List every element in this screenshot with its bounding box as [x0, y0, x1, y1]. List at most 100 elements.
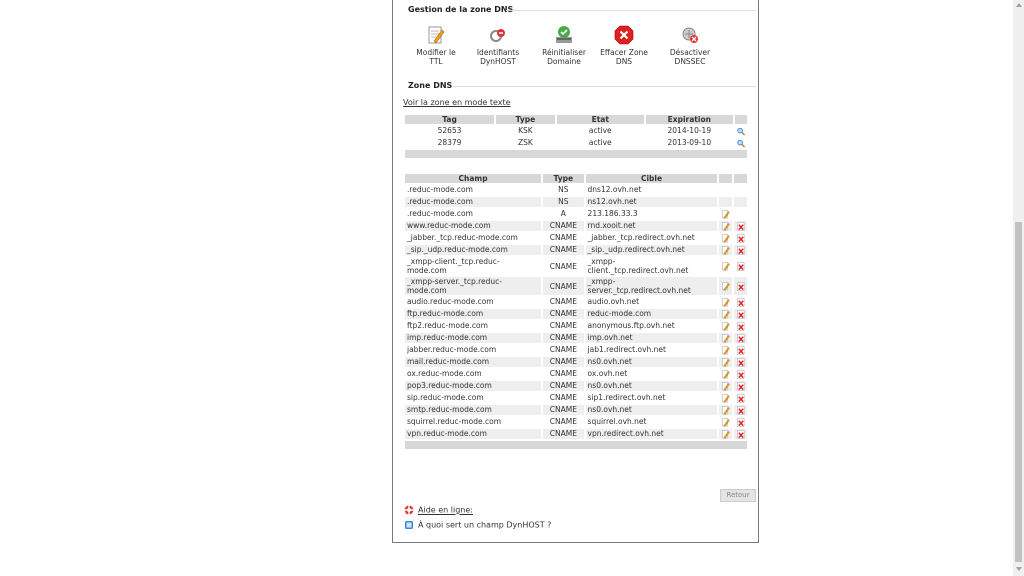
delete-cell[interactable]: [734, 257, 747, 275]
edit-cell[interactable]: [719, 277, 733, 295]
delete-icon[interactable]: [736, 261, 745, 271]
delete-cell[interactable]: [734, 357, 747, 367]
text-mode-link[interactable]: Voir la zone en mode texte: [403, 98, 511, 107]
edit-cell[interactable]: [719, 405, 733, 415]
help-dynhost-label[interactable]: À quoi sert un champ DynHOST ?: [418, 521, 551, 530]
type-cell: CNAME: [543, 429, 584, 439]
delete-cell[interactable]: [734, 429, 747, 439]
edit-pencil-icon[interactable]: [721, 417, 730, 427]
view-key-button[interactable]: [735, 126, 747, 136]
edit-cell[interactable]: [719, 381, 733, 391]
delete-cell[interactable]: [734, 309, 747, 319]
delete-icon[interactable]: [736, 357, 745, 367]
page-scrollbar[interactable]: [1013, 0, 1024, 576]
edit-pencil-icon[interactable]: [721, 297, 730, 307]
delete-cell[interactable]: [734, 405, 747, 415]
delete-cell[interactable]: [734, 393, 747, 403]
edit-cell[interactable]: [719, 257, 732, 275]
edit-pencil-icon[interactable]: [721, 333, 730, 343]
edit-cell[interactable]: [719, 417, 732, 427]
delete-cell[interactable]: [734, 369, 747, 379]
table-row: 28379 ZSK active 2013-09-10: [405, 138, 747, 148]
delete-cell[interactable]: [734, 345, 747, 355]
edit-cell[interactable]: [719, 309, 733, 319]
delete-icon[interactable]: [736, 405, 745, 415]
tool-button-0[interactable]: Modifier le TTL: [411, 24, 461, 66]
edit-pencil-icon[interactable]: [721, 209, 730, 219]
delete-icon[interactable]: [736, 297, 745, 307]
delete-icon[interactable]: [736, 345, 745, 355]
champ-cell: ftp.reduc-mode.com: [405, 309, 542, 319]
delete-icon[interactable]: [736, 333, 745, 343]
delete-icon[interactable]: [736, 381, 745, 391]
tool-button-3[interactable]: Effacer Zone DNS: [599, 24, 649, 66]
scroll-thumb[interactable]: [1015, 222, 1022, 562]
edit-cell[interactable]: [719, 357, 733, 367]
help-online[interactable]: Aide en ligne:: [404, 505, 473, 515]
edit-pencil-icon[interactable]: [721, 245, 730, 255]
edit-pencil-icon[interactable]: [721, 381, 730, 391]
delete-icon[interactable]: [736, 233, 745, 243]
edit-pencil-icon[interactable]: [721, 345, 730, 355]
table-cell: active: [588, 138, 612, 147]
edit-cell[interactable]: [719, 321, 732, 331]
magnifier-icon[interactable]: [737, 127, 745, 136]
table-row: smtp.reduc-mode.com CNAME ns0.ovh.net: [405, 405, 747, 415]
delete-cell[interactable]: [734, 245, 747, 255]
scroll-up-icon[interactable]: [1016, 3, 1022, 7]
tool-button-1[interactable]: Identifiants DynHOST: [473, 24, 523, 66]
help-online-label[interactable]: Aide en ligne:: [418, 506, 473, 515]
edit-pencil-icon[interactable]: [721, 321, 730, 331]
edit-pencil-icon[interactable]: [721, 261, 730, 271]
edit-pencil-icon[interactable]: [721, 233, 730, 243]
edit-cell[interactable]: [719, 369, 732, 379]
retour-button[interactable]: Retour: [720, 489, 756, 502]
edit-cell[interactable]: [719, 221, 733, 231]
scroll-down-icon[interactable]: [1016, 567, 1022, 571]
delete-icon[interactable]: [736, 417, 745, 427]
edit-cell[interactable]: [719, 429, 733, 439]
edit-pencil-icon[interactable]: [721, 309, 730, 319]
edit-cell[interactable]: [719, 297, 732, 307]
cible-cell: ns0.ovh.net: [585, 357, 718, 367]
tool-button-2[interactable]: Réinitialiser Domaine: [539, 24, 589, 66]
tool-label: Effacer Zone DNS: [600, 48, 648, 66]
delete-icon[interactable]: [736, 321, 745, 331]
edit-cell[interactable]: [719, 393, 732, 403]
help-dynhost[interactable]: À quoi sert un champ DynHOST ?: [404, 520, 551, 530]
edit-pencil-icon[interactable]: [721, 429, 730, 439]
tool-button-4[interactable]: Désactiver DNSSEC: [665, 24, 715, 66]
delete-cell[interactable]: [734, 221, 747, 231]
delete-cell[interactable]: [734, 297, 747, 307]
edit-pencil-icon[interactable]: [721, 405, 730, 415]
delete-cell[interactable]: [734, 417, 747, 427]
view-key-button[interactable]: [735, 138, 747, 148]
edit-pencil-icon[interactable]: [721, 369, 730, 379]
delete-icon[interactable]: [736, 429, 745, 439]
col-tag: Tag: [405, 115, 495, 124]
magnifier-icon[interactable]: [737, 139, 745, 148]
edit-pencil-icon[interactable]: [721, 221, 730, 231]
edit-pencil-icon[interactable]: [721, 357, 730, 367]
edit-pencil-icon[interactable]: [721, 393, 730, 403]
delete-icon[interactable]: [736, 393, 745, 403]
cible-cell: vpn.redirect.ovh.net: [585, 429, 718, 439]
edit-cell[interactable]: [719, 233, 732, 243]
delete-icon[interactable]: [736, 309, 745, 319]
edit-cell[interactable]: [719, 345, 732, 355]
delete-icon[interactable]: [736, 369, 745, 379]
edit-pencil-icon[interactable]: [721, 281, 730, 291]
edit-cell[interactable]: [719, 333, 733, 343]
edit-cell[interactable]: [719, 245, 733, 255]
edit-cell[interactable]: [719, 209, 732, 219]
delete-cell[interactable]: [734, 381, 747, 391]
delete-cell[interactable]: [734, 333, 747, 343]
reset-icon: [556, 26, 572, 43]
delete-icon[interactable]: [736, 281, 745, 291]
delete-icon[interactable]: [736, 245, 745, 255]
type-cell: CNAME: [543, 357, 584, 367]
delete-cell[interactable]: [734, 233, 747, 243]
delete-cell[interactable]: [734, 321, 747, 331]
delete-cell[interactable]: [734, 277, 747, 295]
delete-icon[interactable]: [736, 221, 745, 231]
